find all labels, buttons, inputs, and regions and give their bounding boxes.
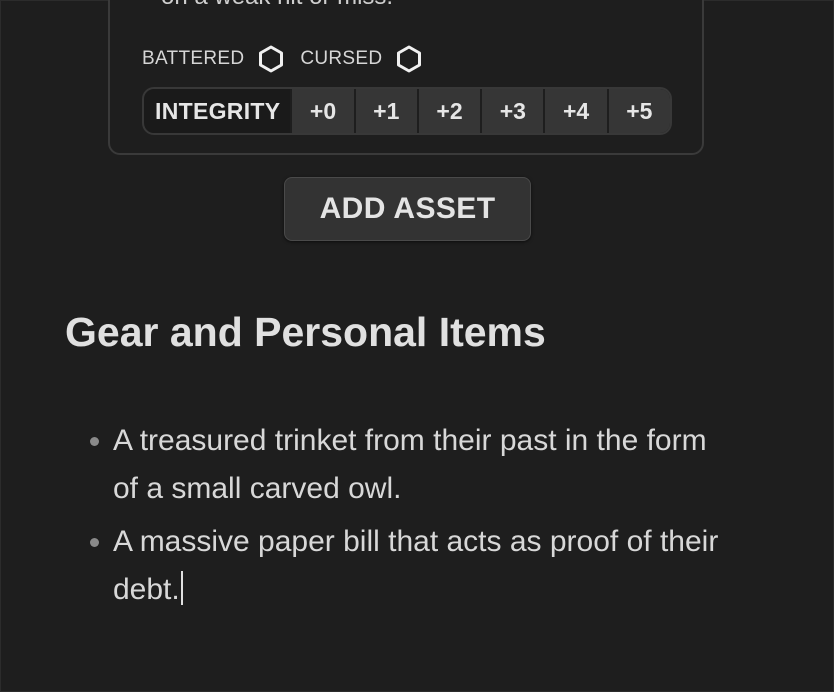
integrity-step-2[interactable]: +2 [416,89,481,133]
editor-page: on a weak hit or miss. BATTERED CURSED I… [0,0,834,692]
asset-conditions: BATTERED CURSED [142,45,438,73]
gear-item-text[interactable]: A massive paper bill that acts as proof … [113,525,718,606]
list-item[interactable]: A massive paper bill that acts as proof … [87,518,737,614]
bullet-icon [90,538,99,547]
condition-battered[interactable]: BATTERED [142,45,284,73]
integrity-step-5[interactable]: +5 [606,89,670,133]
text-cursor [180,571,183,605]
integrity-step-0[interactable]: +0 [290,89,354,133]
integrity-track-label: INTEGRITY [155,97,281,124]
gear-list[interactable]: A treasured trinket from their past in t… [87,417,737,619]
gear-item-text[interactable]: A treasured trinket from their past in t… [113,424,707,505]
add-asset-button[interactable]: ADD ASSET [284,177,531,241]
gear-heading: Gear and Personal Items [65,309,546,355]
condition-battered-label: BATTERED [142,48,245,69]
integrity-step-3[interactable]: +3 [480,89,544,133]
integrity-step-1[interactable]: +1 [353,89,417,133]
asset-description-text: on a weak hit or miss. [161,0,393,11]
condition-cursed-label: CURSED [300,48,383,69]
hexagon-icon[interactable] [396,45,422,73]
integrity-track: INTEGRITY +0 +1 +2 +3 +4 +5 [142,87,672,135]
condition-cursed[interactable]: CURSED [300,45,422,73]
list-item[interactable]: A treasured trinket from their past in t… [87,417,737,513]
integrity-step-4[interactable]: +4 [543,89,607,133]
bullet-icon [90,437,99,446]
hexagon-icon[interactable] [258,45,284,73]
